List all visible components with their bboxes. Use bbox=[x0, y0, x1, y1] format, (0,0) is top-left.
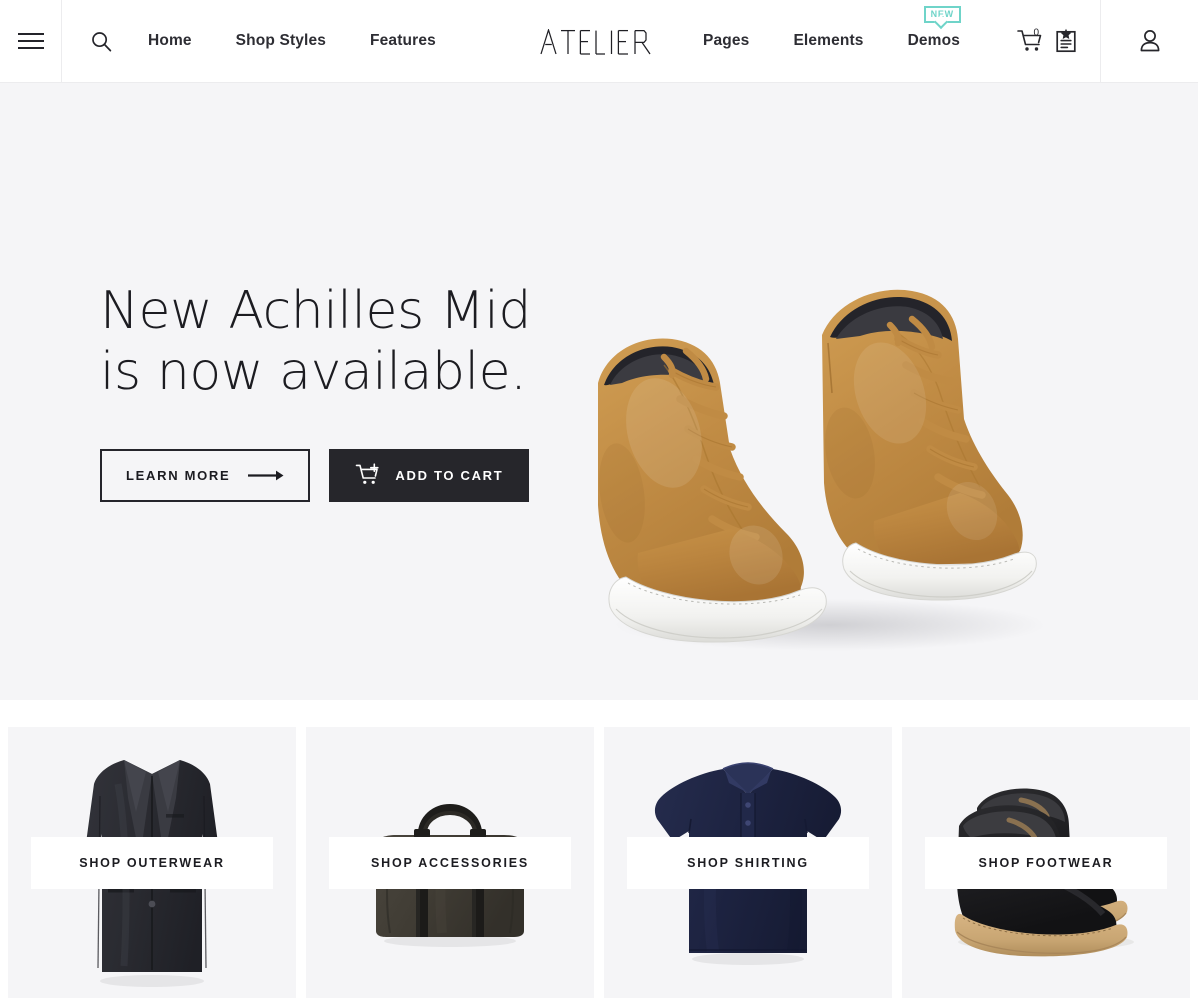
wishlist-clipboard-star-icon bbox=[1056, 28, 1076, 53]
learn-more-button[interactable]: LEARN MORE bbox=[100, 449, 311, 503]
category-label-outerwear: SHOP OUTERWEAR bbox=[31, 837, 273, 889]
category-label-accessories: SHOP ACCESSORIES bbox=[329, 837, 571, 889]
nav-item-pages[interactable]: Pages bbox=[703, 33, 749, 49]
nav-item-elements[interactable]: Elements bbox=[793, 33, 863, 49]
category-label-footwear: SHOP FOOTWEAR bbox=[925, 837, 1167, 889]
category-card-footwear[interactable]: SHOP FOOTWEAR bbox=[902, 727, 1190, 998]
hamburger-menu-icon bbox=[17, 33, 44, 50]
category-card-outerwear[interactable]: SHOP OUTERWEAR bbox=[8, 727, 296, 998]
add-to-cart-label: ADD TO CART bbox=[395, 468, 504, 484]
nav-item-features[interactable]: Features bbox=[370, 33, 436, 49]
nav-item-shop-styles[interactable]: Shop Styles bbox=[236, 33, 326, 49]
primary-nav-right: Pages Elements NEW Demos bbox=[703, 0, 961, 82]
user-account-icon bbox=[1140, 30, 1159, 52]
add-to-cart-button[interactable]: ADD TO CART bbox=[329, 449, 530, 503]
hero-button-group: LEARN MORE ADD TO CART bbox=[100, 449, 570, 503]
category-card-accessories[interactable]: SHOP ACCESSORIES bbox=[306, 727, 594, 998]
tan-suede-sneakers-illustration bbox=[598, 289, 1045, 651]
hero-banner: New Achilles Mid is now available. LEARN… bbox=[0, 83, 1198, 700]
cart-button[interactable]: 0 bbox=[1016, 28, 1046, 54]
account-button[interactable] bbox=[1100, 0, 1198, 82]
atelier-logotype bbox=[540, 28, 651, 55]
nav-item-demos[interactable]: Demos bbox=[908, 32, 960, 49]
category-label-shirting: SHOP SHIRTING bbox=[627, 837, 869, 889]
nav-item-demos-wrapper: NEW Demos bbox=[908, 6, 961, 50]
hero-product-image bbox=[560, 243, 1100, 663]
search-icon bbox=[91, 31, 111, 51]
learn-more-label: LEARN MORE bbox=[126, 468, 231, 484]
primary-nav-left: Home Shop Styles Features bbox=[148, 0, 436, 82]
category-card-grid: SHOP OUTERWEAR SHOP ACCESSORIES SHOP SHI… bbox=[0, 700, 1198, 998]
arrow-right-icon bbox=[248, 470, 284, 481]
wishlist-button[interactable] bbox=[1054, 28, 1078, 54]
hamburger-menu-button[interactable] bbox=[0, 0, 62, 82]
cart-plus-icon bbox=[356, 463, 379, 485]
search-button[interactable] bbox=[62, 0, 140, 82]
nav-item-home[interactable]: Home bbox=[148, 33, 192, 49]
hero-title: New Achilles Mid is now available. bbox=[100, 280, 532, 402]
site-logo[interactable] bbox=[540, 28, 658, 55]
cart-count: 0 bbox=[1034, 28, 1040, 39]
new-badge: NEW bbox=[923, 6, 961, 23]
site-header: Home Shop Styles Features Pages Elements… bbox=[0, 0, 1198, 83]
header-action-icons: 0 bbox=[986, 0, 1100, 82]
shopping-cart-icon: 0 bbox=[1017, 28, 1042, 51]
category-card-shirting[interactable]: SHOP SHIRTING bbox=[604, 727, 892, 998]
hero-copy: New Achilles Mid is now available. LEARN… bbox=[100, 281, 570, 503]
